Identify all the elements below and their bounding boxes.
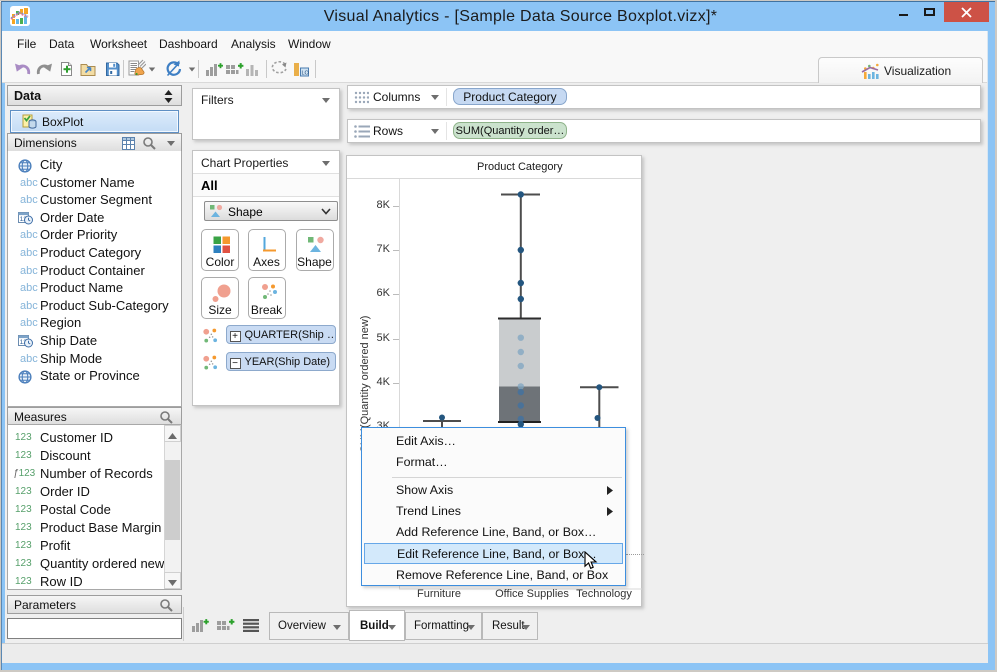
svg-text:Office Supplies: Office Supplies <box>495 588 569 600</box>
svg-text:Furniture: Furniture <box>417 588 461 600</box>
svg-text:LO: LO <box>302 71 310 77</box>
svg-text:Technology: Technology <box>576 588 632 600</box>
